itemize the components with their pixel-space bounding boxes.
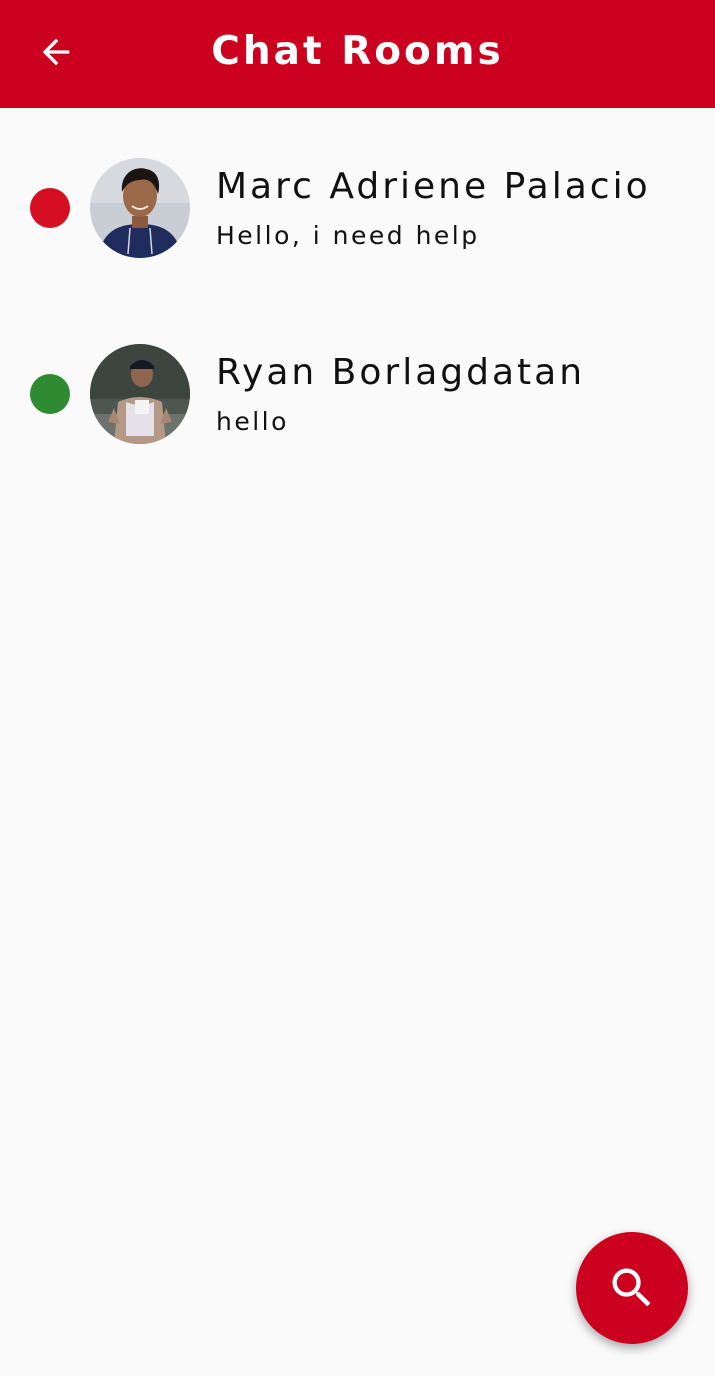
room-last-message: Hello, i need help [216, 221, 480, 250]
status-indicator-online [30, 374, 70, 414]
room-name: Ryan Borlagdatan [216, 352, 586, 393]
status-indicator-offline [30, 188, 70, 228]
room-last-message: hello [216, 407, 289, 436]
page-title: Chat Rooms [211, 29, 504, 74]
avatar [90, 344, 190, 444]
app-bar: Chat Rooms [0, 0, 715, 108]
chat-room-list: Marc Adriene Palacio Hello, i need help … [0, 108, 715, 480]
chat-room-item[interactable]: Marc Adriene Palacio Hello, i need help [0, 108, 715, 294]
avatar [90, 158, 190, 258]
chat-room-item[interactable]: Ryan Borlagdatan hello [0, 294, 715, 480]
search-button[interactable] [576, 1232, 688, 1344]
room-name: Marc Adriene Palacio [216, 166, 651, 207]
search-icon [612, 1268, 651, 1307]
